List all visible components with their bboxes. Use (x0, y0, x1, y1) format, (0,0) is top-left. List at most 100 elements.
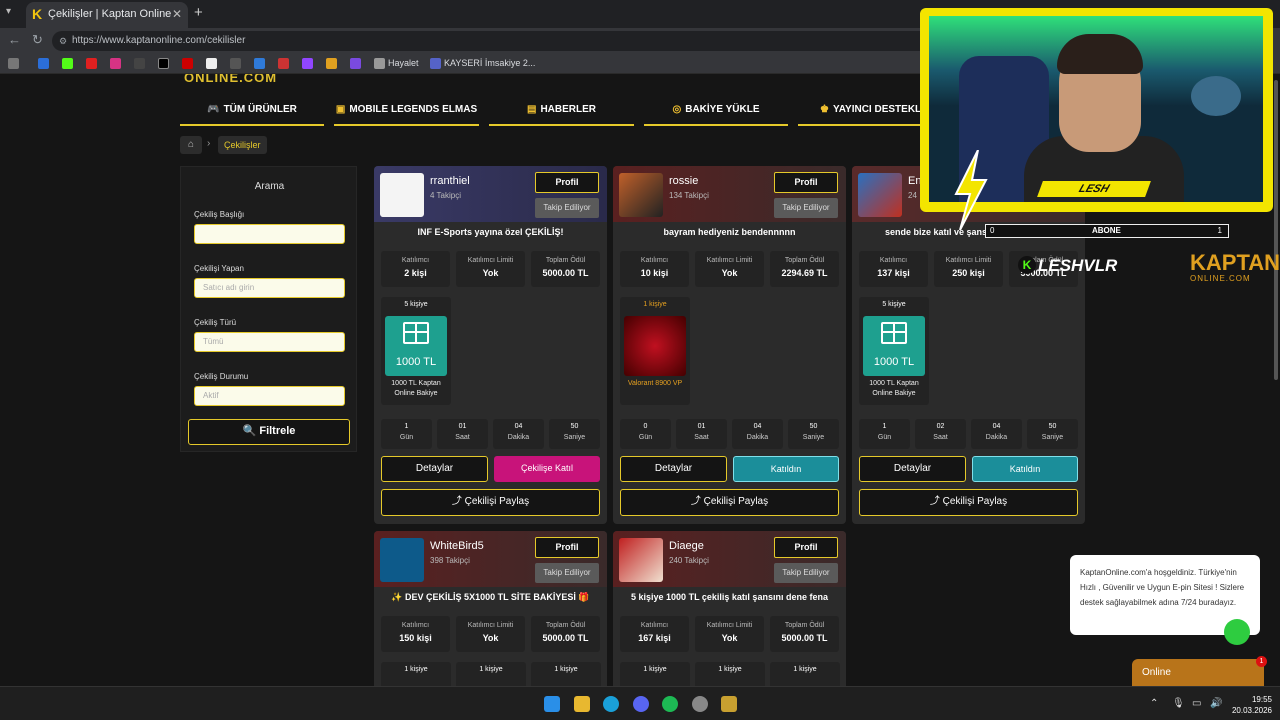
url-input[interactable]: ⚙ https://www.kaptanonline.com/cekilisle… (52, 31, 932, 51)
bookmark-youtube-icon[interactable] (86, 58, 97, 69)
giveaway-card: rranthiel 4 Takipçi Profil Takip Ediliyo… (374, 166, 607, 524)
chat-status-bar[interactable]: Online (1132, 659, 1264, 686)
countdown-value: 01 (697, 423, 706, 430)
bookmark-instagram-icon[interactable] (110, 58, 121, 69)
nav-balance[interactable]: ◎ BAKİYE YÜKLE (644, 98, 788, 126)
edge-browser-icon[interactable] (603, 696, 619, 712)
bookmark-purple-icon[interactable] (350, 58, 361, 69)
nav-streamer-support[interactable]: ♚ YAYINCI DESTEKLE (798, 98, 938, 126)
nav-mobile-legends[interactable]: ▣ MOBILE LEGENDS ELMAS (334, 98, 479, 126)
follower-count: 240 Takipçi (669, 556, 709, 565)
follow-button[interactable]: Takip Ediliyor (535, 198, 599, 218)
bookmark-r-icon[interactable] (38, 58, 49, 69)
bookmark-kick-icon[interactable] (62, 58, 73, 69)
clock[interactable]: 19:55 20.03.2026 (1232, 694, 1272, 716)
joined-button[interactable]: Katıldın (972, 456, 1078, 482)
prize-tile[interactable]: 1 kişiye (770, 662, 840, 686)
card-header: rranthiel 4 Takipçi Profil Takip Ediliyo… (374, 166, 607, 222)
new-tab-icon[interactable]: + (194, 4, 203, 21)
bookmark-kaptan-icon[interactable] (326, 58, 337, 69)
countdown-value: 50 (570, 423, 579, 430)
prize-tile[interactable]: 1 kişiye (456, 662, 526, 686)
profile-button[interactable]: Profil (535, 537, 599, 558)
bookmark-diamond-icon[interactable] (206, 58, 217, 69)
profile-button[interactable]: Profil (774, 172, 838, 193)
url-text: https://www.kaptanonline.com/cekilisler (72, 35, 246, 46)
share-button[interactable]: ⤴ Çekilişi Paylaş (620, 489, 839, 516)
details-button[interactable]: Detaylar (381, 456, 488, 482)
username[interactable]: rossie (669, 175, 698, 187)
type-select[interactable]: Tümü (194, 332, 345, 352)
stat-limit: Katılımcı Limiti Yok (456, 251, 525, 287)
tab-menu-icon[interactable]: ▾ (6, 6, 11, 17)
follow-button[interactable]: Takip Ediliyor (774, 563, 838, 583)
windows-start-icon[interactable] (544, 696, 560, 712)
share-label: Çekilişi Paylaş (703, 496, 769, 507)
username[interactable]: WhiteBird5 (430, 540, 484, 552)
prize-tile[interactable]: 5 kişiye 1000 TL 1000 TL Kaptan Online B… (859, 297, 929, 405)
file-explorer-icon[interactable] (574, 696, 590, 712)
bookmark-kayseri[interactable]: KAYSERİ İmsakiye 2... (444, 58, 535, 68)
profile-button[interactable]: Profil (774, 537, 838, 558)
avatar[interactable] (619, 173, 663, 217)
avatar[interactable] (380, 538, 424, 582)
prize-tile[interactable]: 5 kişiye 1000 TL 1000 TL Kaptan Online B… (381, 297, 451, 405)
avatar[interactable] (619, 538, 663, 582)
prize-tile[interactable]: 1 kişiye Valorant 8900 VP (620, 297, 690, 405)
avatar[interactable] (380, 173, 424, 217)
nav-all-products[interactable]: 🎮 TÜM ÜRÜNLER (180, 98, 324, 126)
creator-input[interactable]: Satıcı adı girin (194, 278, 345, 298)
bookmark-hayalet[interactable]: Hayalet (388, 58, 419, 68)
page-scrollbar[interactable] (1274, 80, 1278, 380)
bookmark-netflix-icon[interactable] (278, 58, 289, 69)
prize-tile[interactable]: 1 kişiye (620, 662, 690, 686)
username[interactable]: rranthiel (430, 175, 470, 187)
nav-news[interactable]: ▤ HABERLER (489, 98, 634, 126)
bookmark-twitch-icon[interactable] (302, 58, 313, 69)
bookmark-red-icon[interactable] (182, 58, 193, 69)
chat-launcher-icon[interactable] (1224, 619, 1250, 645)
bookmark-tiktok-icon[interactable] (134, 58, 145, 69)
title-input[interactable] (194, 224, 345, 244)
volume-icon[interactable]: 🔊 (1210, 698, 1222, 709)
back-icon[interactable]: ← (8, 32, 21, 47)
bookmark-kayseri-icon[interactable] (430, 58, 441, 69)
breadcrumb-home-icon[interactable]: ⌂ (180, 136, 202, 154)
stat-label: Katılımcı (640, 622, 669, 629)
username[interactable]: Diaege (669, 540, 704, 552)
spotify-icon[interactable] (662, 696, 678, 712)
share-button[interactable]: ⤴ Çekilişi Paylaş (381, 489, 600, 516)
site-info-icon[interactable]: ⚙ (59, 31, 67, 51)
network-icon[interactable]: ▭ (1192, 698, 1201, 709)
close-tab-icon[interactable]: ✕ (172, 2, 182, 26)
reload-icon[interactable]: ↻ (32, 32, 43, 48)
app-icon[interactable] (721, 696, 737, 712)
bookmark-gear-icon[interactable] (230, 58, 241, 69)
prize-tile[interactable]: 1 kişiye (381, 662, 451, 686)
details-button[interactable]: Detaylar (859, 456, 966, 482)
bookmark-apps-icon[interactable] (8, 58, 19, 69)
join-button[interactable]: Çekilişe Katıl (494, 456, 600, 482)
microphone-icon[interactable]: 🎙 (1172, 698, 1185, 709)
bookmark-hayalet-icon[interactable] (374, 58, 385, 69)
status-select[interactable]: Aktif (194, 386, 345, 406)
breadcrumb-current[interactable]: Çekilişler (218, 136, 267, 154)
obs-icon[interactable] (692, 696, 708, 712)
filter-button[interactable]: 🔍 Filtrele (188, 419, 350, 445)
bookmark-blue-icon[interactable] (254, 58, 265, 69)
stat-participants: Katılımcı 10 kişi (620, 251, 689, 287)
details-button[interactable]: Detaylar (620, 456, 727, 482)
tray-chevron-icon[interactable]: ⌃ (1150, 698, 1158, 709)
bookmark-x-icon[interactable] (158, 58, 169, 69)
prize-tile[interactable]: 1 kişiye (695, 662, 765, 686)
profile-button[interactable]: Profil (535, 172, 599, 193)
follow-button[interactable]: Takip Ediliyor (774, 198, 838, 218)
joined-button[interactable]: Katıldın (733, 456, 839, 482)
site-logo[interactable]: ONLINE.COM (184, 74, 277, 85)
browser-tab[interactable]: K Çekilişler | Kaptan Online ✕ (26, 2, 188, 28)
follow-button[interactable]: Takip Ediliyor (535, 563, 599, 583)
avatar[interactable] (858, 173, 902, 217)
prize-tile[interactable]: 1 kişiye (531, 662, 601, 686)
share-button[interactable]: ⤴ Çekilişi Paylaş (859, 489, 1078, 516)
discord-icon[interactable] (633, 696, 649, 712)
